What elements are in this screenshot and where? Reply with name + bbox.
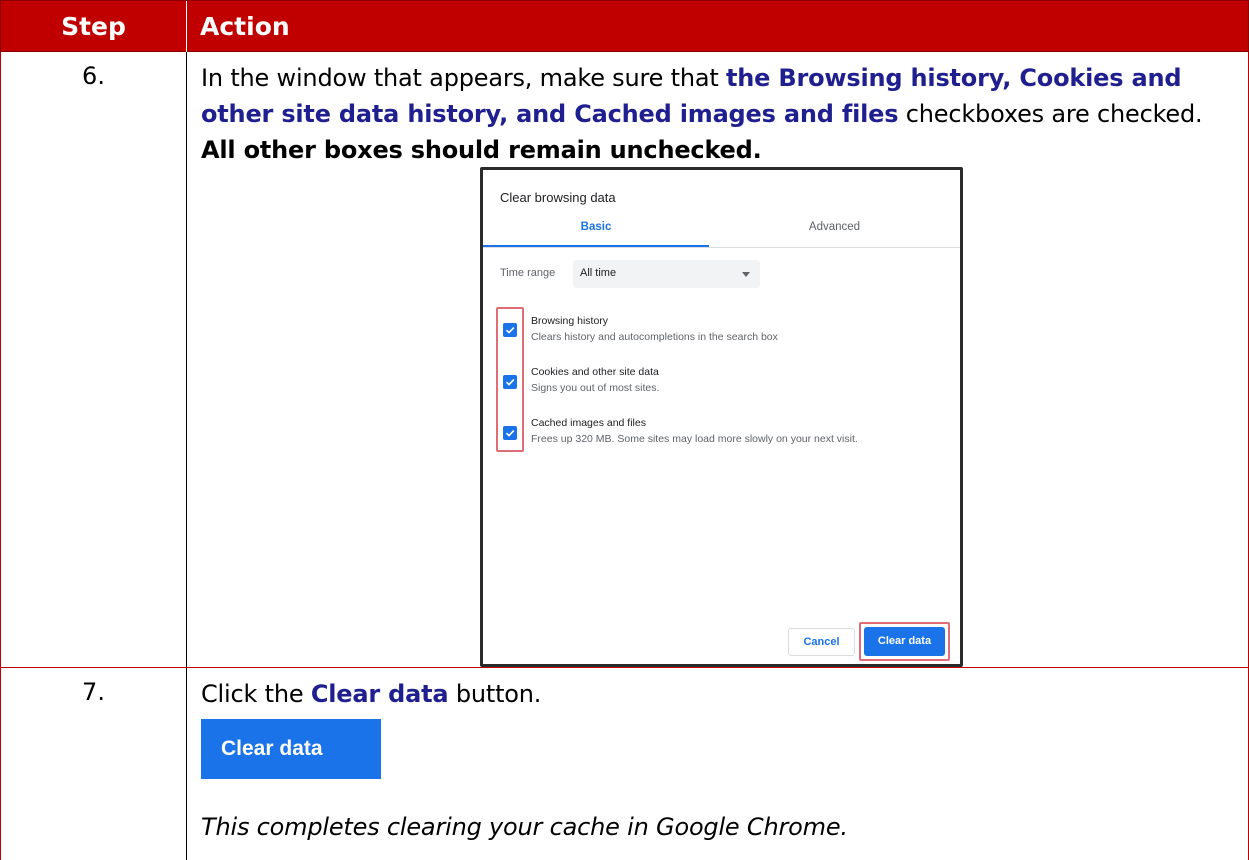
header-divider (186, 1, 187, 53)
header-step: Step (61, 12, 126, 41)
tab-advanced[interactable]: Advanced (709, 221, 960, 233)
clear-data-button-example: Clear data (201, 719, 381, 779)
clear-data-button[interactable]: Clear data (864, 627, 945, 656)
cached-images-title: Cached images and files (531, 417, 646, 429)
instruction-text: In the window that appears, make sure th… (201, 64, 727, 92)
cookies-checkbox[interactable] (503, 375, 517, 389)
table-row-step-7: 7. Click the Clear data button. Clear da… (0, 668, 1249, 860)
table-header: Step Action (0, 0, 1249, 53)
column-divider (186, 52, 187, 667)
cookies-desc: Signs you out of most sites. (531, 382, 660, 394)
browsing-history-desc: Clears history and autocompletions in th… (531, 331, 778, 343)
browsing-history-title: Browsing history (531, 315, 609, 327)
header-action: Action (200, 12, 290, 41)
step-number: 7. (82, 678, 105, 706)
instruction-table: Step Action 6. In the window that appear… (0, 0, 1249, 860)
cached-images-checkbox[interactable] (503, 426, 517, 440)
instruction-text: checkboxes are checked. (898, 100, 1203, 128)
browsing-history-checkbox[interactable] (503, 323, 517, 337)
cached-images-desc: Frees up 320 MB. Some sites may load mor… (531, 433, 858, 445)
instruction-bold: All other boxes should remain unchecked. (201, 136, 762, 164)
tab-divider (483, 247, 960, 248)
checkmark-icon (505, 379, 515, 386)
step-number: 6. (82, 62, 105, 90)
instruction-highlight: Clear data (310, 680, 449, 708)
column-divider (186, 668, 187, 860)
time-range-label: Time range (500, 267, 556, 279)
step-instruction: In the window that appears, make sure th… (201, 60, 1236, 168)
completion-note: This completes clearing your cache in Go… (201, 813, 848, 841)
clear-browsing-data-dialog: Clear browsing data Basic Advanced Time … (480, 167, 963, 667)
dropdown-caret-icon (742, 272, 750, 277)
tab-basic[interactable]: Basic (483, 221, 709, 233)
instruction-text: Click the (201, 680, 311, 708)
time-range-value: All time (580, 267, 617, 279)
cookies-title: Cookies and other site data (531, 366, 659, 378)
time-range-select[interactable]: All time (573, 260, 760, 288)
dialog-title: Clear browsing data (500, 190, 616, 205)
checkmark-icon (505, 327, 515, 334)
instruction-text: button. (448, 680, 542, 708)
cancel-button[interactable]: Cancel (788, 628, 855, 656)
step-instruction: Click the Clear data button. (201, 676, 1236, 712)
checkmark-icon (505, 430, 515, 437)
